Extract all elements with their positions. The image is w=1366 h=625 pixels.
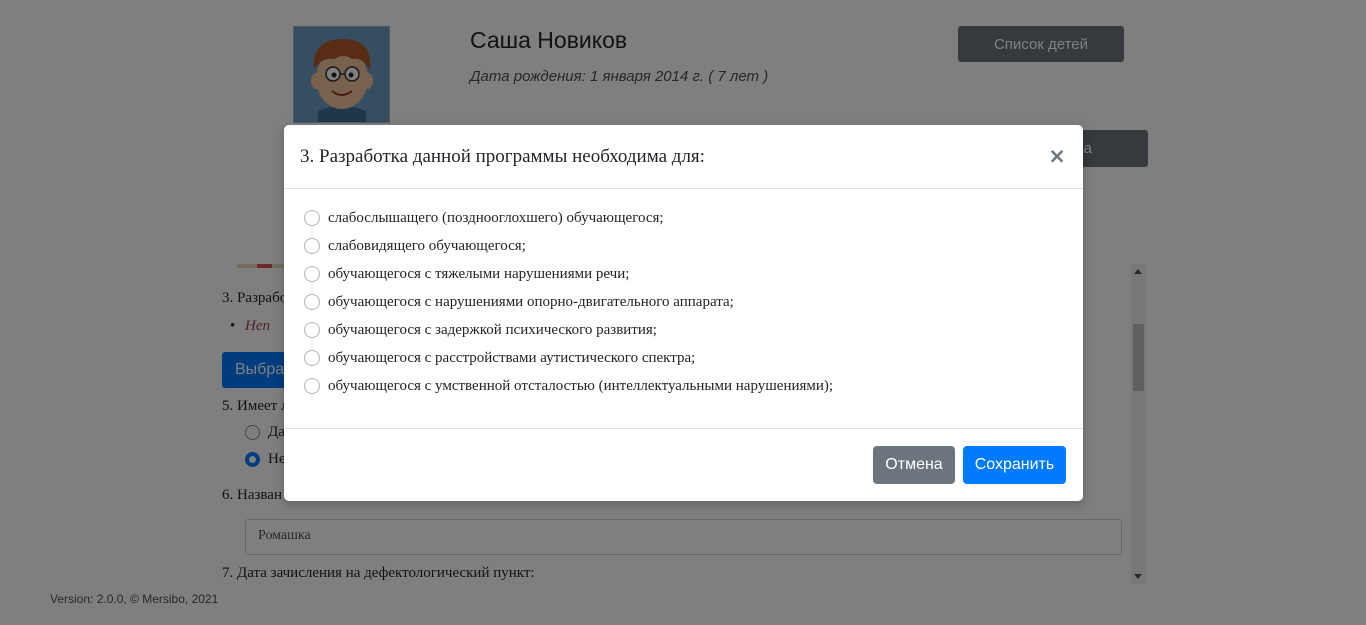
close-icon[interactable]: × bbox=[1045, 144, 1069, 168]
modal-header: 3. Разработка данной программы необходим… bbox=[284, 125, 1083, 189]
option-musculoskeletal[interactable]: обучающегося с нарушениями опорно-двигат… bbox=[304, 292, 734, 312]
radio-button[interactable] bbox=[304, 378, 320, 394]
radio-button[interactable] bbox=[304, 294, 320, 310]
option-intellectual-disability[interactable]: обучающегося с умственной отсталостью (и… bbox=[304, 376, 833, 396]
option-label: обучающегося с умственной отсталостью (и… bbox=[328, 377, 834, 394]
save-button[interactable]: Сохранить bbox=[963, 446, 1066, 484]
modal-body: слабослышащего (позднооглохшего) обучающ… bbox=[284, 189, 1083, 429]
radio-button[interactable] bbox=[304, 210, 320, 226]
option-developmental-delay[interactable]: обучающегося с задержкой психического ра… bbox=[304, 320, 657, 340]
program-purpose-modal: 3. Разработка данной программы необходим… bbox=[284, 125, 1083, 501]
option-hearing-impaired[interactable]: слабослышащего (позднооглохшего) обучающ… bbox=[304, 208, 664, 228]
modal-footer: Отмена Сохранить bbox=[284, 430, 1083, 501]
option-speech-disorders[interactable]: обучающегося с тяжелыми нарушениями речи… bbox=[304, 264, 629, 284]
option-label: слабовидящего обучающегося; bbox=[328, 237, 526, 254]
radio-button[interactable] bbox=[304, 350, 320, 366]
radio-button[interactable] bbox=[304, 322, 320, 338]
option-label: слабослышащего (позднооглохшего) обучающ… bbox=[328, 209, 664, 226]
option-label: обучающегося с тяжелыми нарушениями речи… bbox=[328, 265, 630, 282]
option-label: обучающегося с расстройствами аутистичес… bbox=[328, 349, 696, 366]
radio-button[interactable] bbox=[304, 266, 320, 282]
option-visually-impaired[interactable]: слабовидящего обучающегося; bbox=[304, 236, 526, 256]
option-label: обучающегося с задержкой психического ра… bbox=[328, 321, 657, 338]
modal-title: 3. Разработка данной программы необходим… bbox=[300, 146, 705, 167]
radio-button[interactable] bbox=[304, 238, 320, 254]
option-autism-spectrum[interactable]: обучающегося с расстройствами аутистичес… bbox=[304, 348, 695, 368]
cancel-button[interactable]: Отмена bbox=[873, 446, 955, 484]
option-label: обучающегося с нарушениями опорно-двигат… bbox=[328, 293, 734, 310]
